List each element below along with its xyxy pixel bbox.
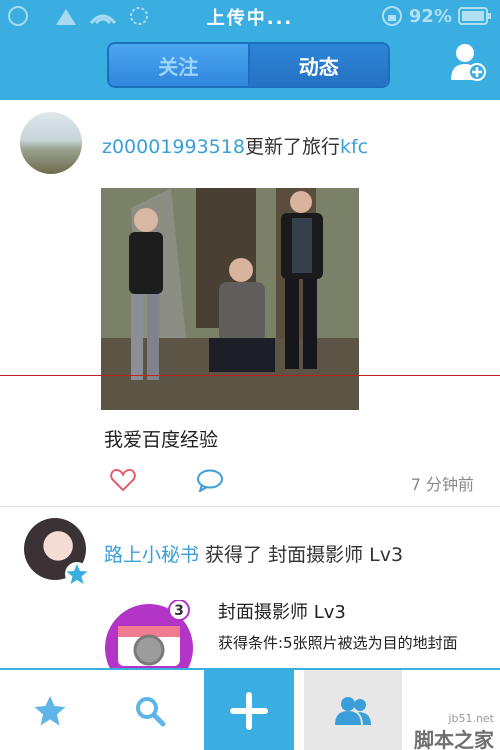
tab-favorites[interactable] bbox=[0, 670, 100, 750]
post-photo[interactable] bbox=[101, 188, 359, 410]
divider bbox=[0, 506, 500, 507]
star-badge-icon bbox=[65, 562, 89, 586]
tab-search[interactable] bbox=[100, 670, 200, 750]
post-action-text: 获得了 封面摄影师 Lv3 bbox=[199, 544, 404, 566]
status-bar: 上传中... 92% bbox=[0, 0, 500, 32]
nav-bar: 关注 动态 bbox=[0, 32, 500, 100]
post-action-text: 更新了旅行 bbox=[244, 136, 340, 158]
segmented-control: 关注 动态 bbox=[107, 42, 390, 88]
tab-add[interactable] bbox=[204, 670, 294, 750]
badge-condition: 获得条件:5张照片被选为目的地封面 bbox=[218, 634, 458, 652]
red-guide-line bbox=[0, 375, 500, 376]
photo-image bbox=[101, 188, 359, 410]
tab-activity[interactable]: 动态 bbox=[247, 44, 388, 86]
post-header: 路上小秘书 获得了 封面摄影师 Lv3 bbox=[104, 540, 403, 567]
badge-count: 3 bbox=[174, 603, 184, 619]
achievement-badge[interactable]: 3 bbox=[104, 600, 194, 670]
search-icon bbox=[136, 697, 166, 727]
post-caption: 我爱百度经验 bbox=[104, 429, 219, 451]
comment-icon[interactable] bbox=[196, 468, 224, 492]
travel-link[interactable]: kfc bbox=[340, 136, 368, 158]
star-icon bbox=[34, 696, 66, 726]
camera-icon: 3 bbox=[105, 600, 193, 670]
heart-icon[interactable] bbox=[110, 468, 136, 492]
tab-friends[interactable] bbox=[304, 670, 402, 750]
battery-icon bbox=[458, 7, 491, 25]
avatar[interactable] bbox=[20, 112, 82, 174]
post-header: z00001993518更新了旅行kfc bbox=[102, 132, 368, 159]
lock-rotation-icon bbox=[381, 6, 402, 26]
battery-percentage: 92% bbox=[408, 5, 452, 27]
people-icon bbox=[335, 697, 371, 725]
watermark-name: 脚本之家 bbox=[414, 728, 494, 750]
badge-title: 封面摄影师 Lv3 bbox=[218, 602, 346, 623]
tab-follow[interactable]: 关注 bbox=[109, 44, 248, 86]
post-time: 7 分钟前 bbox=[410, 475, 474, 494]
add-friend-icon[interactable] bbox=[450, 42, 486, 82]
username-link[interactable]: z00001993518 bbox=[102, 136, 245, 158]
username-link[interactable]: 路上小秘书 bbox=[104, 544, 199, 566]
plus-icon bbox=[230, 692, 268, 730]
